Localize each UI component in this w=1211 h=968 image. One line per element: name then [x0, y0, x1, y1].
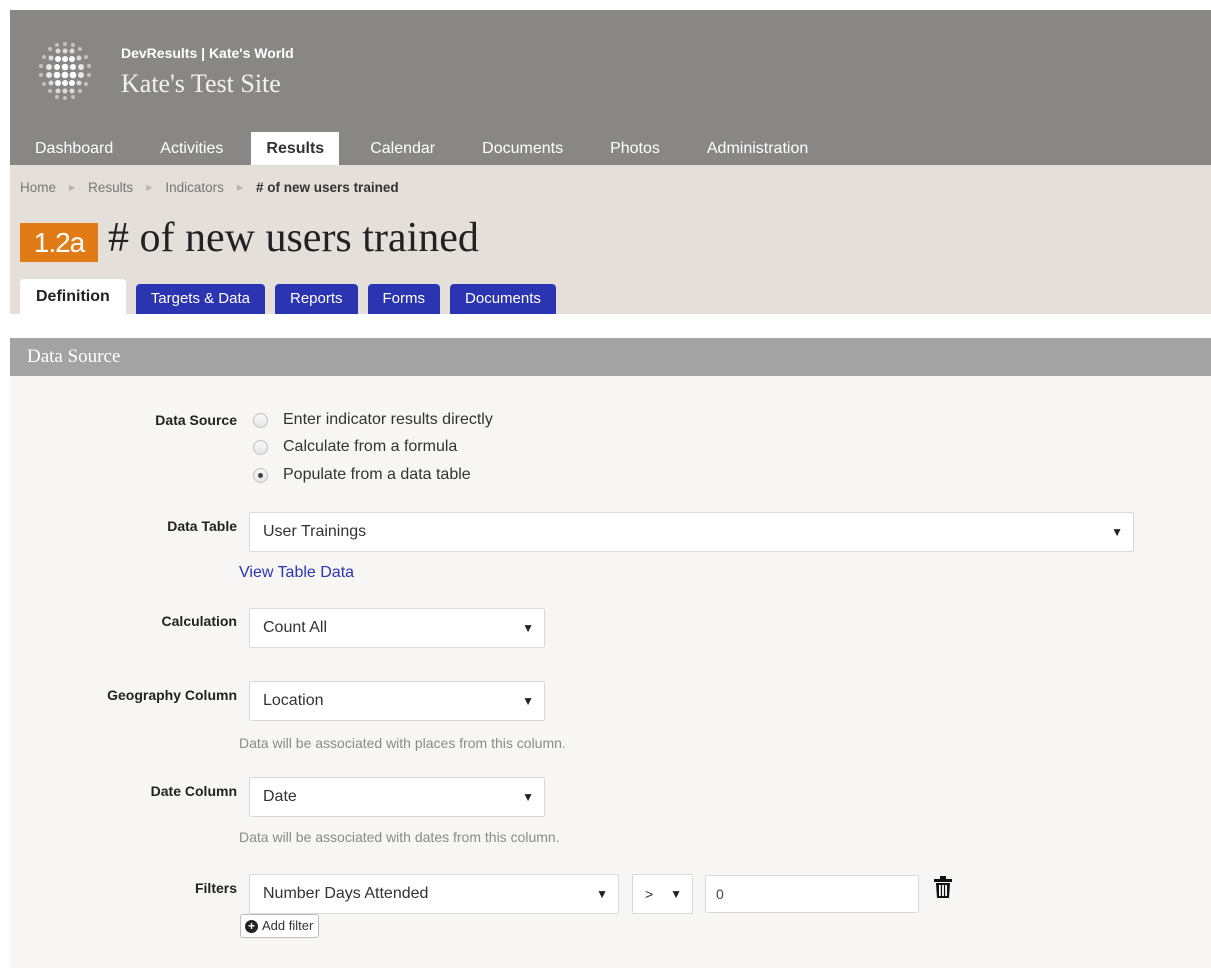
date-column-hint: Data will be associated with dates from … — [239, 829, 560, 845]
tab-targets-data[interactable]: Targets & Data — [135, 284, 265, 314]
data-table-label: Data Table — [167, 518, 237, 534]
filter-column-value: Number Days Attended — [263, 885, 429, 902]
radio-option-formula[interactable]: Calculate from a formula — [253, 438, 457, 456]
view-table-data-link[interactable]: View Table Data — [239, 564, 354, 582]
calculation-label: Calculation — [161, 613, 237, 629]
breadcrumb-arrow-icon: ▶ — [236, 183, 244, 192]
breadcrumb-indicators[interactable]: Indicators — [165, 180, 224, 195]
geography-column-value: Location — [263, 692, 324, 709]
filters-label: Filters — [194, 880, 237, 896]
nav-administration[interactable]: Administration — [682, 132, 830, 165]
date-column-label: Date Column — [150, 783, 237, 799]
geography-column-select[interactable]: Location ▼ — [249, 681, 545, 721]
dropdown-caret-icon: ▼ — [670, 887, 682, 901]
logo-globe-icon[interactable] — [32, 38, 98, 104]
trash-icon[interactable] — [934, 876, 952, 898]
breadcrumb-results[interactable]: Results — [88, 180, 133, 195]
filter-operator-select[interactable]: > ▼ — [632, 874, 693, 914]
nav-documents[interactable]: Documents — [457, 132, 585, 165]
geography-column-label: Geography Column — [107, 687, 237, 703]
tab-reports[interactable]: Reports — [274, 284, 358, 314]
page-title: # of new users trained — [108, 215, 479, 261]
data-table-value: User Trainings — [263, 523, 367, 540]
breadcrumb-current: # of new users trained — [256, 180, 399, 195]
nav-photos[interactable]: Photos — [585, 132, 682, 165]
section-header: Data Source — [10, 338, 1211, 376]
tab-definition[interactable]: Definition — [20, 279, 126, 314]
dropdown-caret-icon: ▼ — [522, 790, 534, 804]
filter-value-input[interactable]: 0 — [705, 875, 919, 913]
dropdown-caret-icon: ▼ — [596, 887, 608, 901]
radio-label: Calculate from a formula — [283, 438, 458, 455]
radio-icon[interactable] — [253, 467, 268, 483]
breadcrumb-arrow-icon: ▶ — [146, 183, 153, 192]
site-title[interactable]: Kate's Test Site — [121, 69, 281, 99]
nav-calendar[interactable]: Calendar — [345, 132, 457, 165]
org-name: DevResults | Kate's World — [121, 45, 294, 61]
filter-column-select[interactable]: Number Days Attended ▼ — [249, 874, 619, 914]
add-filter-label: Add filter — [262, 918, 314, 933]
radio-label: Enter indicator results directly — [283, 411, 493, 428]
radio-label: Populate from a data table — [283, 466, 471, 483]
dropdown-caret-icon: ▼ — [1111, 525, 1123, 539]
nav-results[interactable]: Results — [251, 132, 340, 165]
indicator-tabs: Definition Targets & Data Reports Forms … — [20, 279, 566, 314]
data-source-label: Data Source — [155, 412, 237, 428]
plus-circle-icon: + — [245, 919, 258, 933]
title-band: Home ▶ Results ▶ Indicators ▶ # of new u… — [10, 165, 1211, 314]
dropdown-caret-icon: ▼ — [522, 694, 534, 708]
app-header: DevResults | Kate's World Kate's Test Si… — [10, 10, 1211, 165]
filter-operator-value: > — [645, 886, 654, 902]
geography-column-hint: Data will be associated with places from… — [239, 735, 566, 751]
radio-option-data-table[interactable]: Populate from a data table — [253, 466, 471, 484]
nav-activities[interactable]: Activities — [135, 132, 245, 165]
calculation-select[interactable]: Count All ▼ — [249, 608, 545, 648]
breadcrumb: Home ▶ Results ▶ Indicators ▶ # of new u… — [20, 180, 399, 195]
data-table-select[interactable]: User Trainings ▼ — [249, 512, 1134, 552]
breadcrumb-home[interactable]: Home — [20, 180, 56, 195]
tab-forms[interactable]: Forms — [367, 284, 441, 314]
main-nav: Dashboard Activities Results Calendar Do… — [10, 132, 830, 165]
add-filter-button[interactable]: + Add filter — [240, 914, 320, 938]
page: DevResults | Kate's World Kate's Test Si… — [10, 10, 1211, 968]
radio-icon[interactable] — [253, 412, 268, 428]
date-column-value: Date — [263, 788, 297, 805]
radio-option-direct[interactable]: Enter indicator results directly — [253, 411, 493, 429]
date-column-select[interactable]: Date ▼ — [249, 777, 545, 817]
breadcrumb-arrow-icon: ▶ — [69, 183, 76, 192]
indicator-code-badge: 1.2a — [20, 223, 98, 262]
tab-documents[interactable]: Documents — [450, 284, 556, 314]
dropdown-caret-icon: ▼ — [522, 621, 534, 635]
radio-icon[interactable] — [253, 439, 268, 455]
calculation-value: Count All — [263, 619, 328, 636]
nav-dashboard[interactable]: Dashboard — [10, 132, 135, 165]
